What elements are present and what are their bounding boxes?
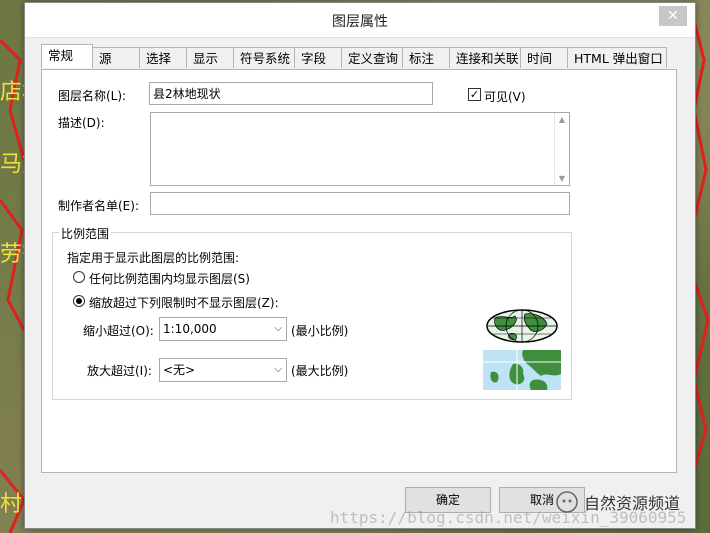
globe-icon — [486, 309, 558, 343]
scale-range-title: 比例范围 — [59, 225, 112, 242]
tab-joins-relates[interactable]: 连接和关联 — [449, 47, 521, 68]
close-icon: ✕ — [667, 8, 679, 24]
credits-input[interactable] — [150, 192, 570, 215]
max-scale-value: <无> — [163, 363, 196, 377]
radio-show-all-scales[interactable] — [73, 271, 85, 283]
min-scale-label: 缩小超过(O): — [83, 324, 154, 338]
general-tab-panel: 图层名称(L): 县2林地现状 ✓ 可见(V) 描述(D): ▲ ▼ 制作者名单… — [41, 69, 677, 473]
credits-label: 制作者名单(E): — [58, 199, 139, 213]
tab-time[interactable]: 时间 — [520, 47, 568, 68]
scroll-down-icon[interactable]: ▼ — [555, 174, 569, 183]
tab-definition-query[interactable]: 定义查询 — [341, 47, 403, 68]
option-limit-scale-label: 缩放超过下列限制时不显示图层(Z): — [89, 296, 279, 310]
description-scrollbar[interactable]: ▲ ▼ — [554, 113, 569, 185]
visible-checkbox[interactable]: ✓ — [468, 88, 481, 101]
chevron-down-icon: ⌵ — [274, 364, 282, 375]
min-scale-combo[interactable]: 1:10,000 ⌵ — [159, 317, 287, 341]
dialog-title: 图层属性 — [332, 14, 388, 30]
tab-source[interactable]: 源 — [92, 47, 140, 68]
scale-range-group: 比例范围 指定用于显示此图层的比例范围: 任何比例范围内均显示图层(S) 缩放超… — [52, 225, 572, 400]
visible-label: 可见(V) — [484, 90, 526, 104]
close-button[interactable]: ✕ — [659, 6, 687, 26]
tab-labels[interactable]: 标注 — [402, 47, 450, 68]
tab-bar: 常规 源 选择 显示 符号系统 字段 定义查询 标注 连接和关联 时间 HTML… — [41, 44, 667, 69]
description-label: 描述(D): — [58, 116, 105, 130]
max-scale-hint: (最大比例) — [291, 364, 349, 378]
dialog-titlebar[interactable]: 图层属性 ✕ — [25, 3, 695, 38]
brand-watermark: 自然资源频道 — [556, 490, 680, 514]
tab-fields[interactable]: 字段 — [294, 47, 342, 68]
max-scale-combo[interactable]: <无> ⌵ — [159, 358, 287, 382]
map-label: 村 — [0, 492, 23, 517]
brand-name: 自然资源频道 — [584, 494, 681, 513]
tab-html-popup[interactable]: HTML 弹出窗口 — [567, 47, 667, 68]
layer-name-label: 图层名称(L): — [58, 89, 127, 103]
tab-symbology[interactable]: 符号系统 — [233, 47, 295, 68]
wechat-icon — [556, 491, 578, 513]
max-scale-label: 放大超过(I): — [87, 364, 152, 378]
layer-name-input[interactable]: 县2林地现状 — [149, 82, 433, 105]
scale-range-prompt: 指定用于显示此图层的比例范围: — [67, 251, 240, 265]
scroll-up-icon[interactable]: ▲ — [555, 115, 569, 124]
option-any-scale-label: 任何比例范围内均显示图层(S) — [89, 272, 250, 286]
tab-selection[interactable]: 选择 — [139, 47, 187, 68]
description-textarea[interactable]: ▲ ▼ — [150, 112, 570, 186]
chevron-down-icon: ⌵ — [274, 323, 282, 334]
detail-map-icon — [483, 350, 561, 390]
min-scale-value: 1:10,000 — [163, 322, 217, 336]
min-scale-hint: (最小比例) — [291, 324, 349, 338]
layer-properties-dialog: 图层属性 ✕ 常规 源 选择 显示 符号系统 字段 定义查询 标注 连接和关联 … — [24, 2, 696, 529]
tab-general[interactable]: 常规 — [41, 44, 93, 68]
radio-limit-scales[interactable] — [73, 295, 85, 307]
tab-display[interactable]: 显示 — [186, 47, 234, 68]
